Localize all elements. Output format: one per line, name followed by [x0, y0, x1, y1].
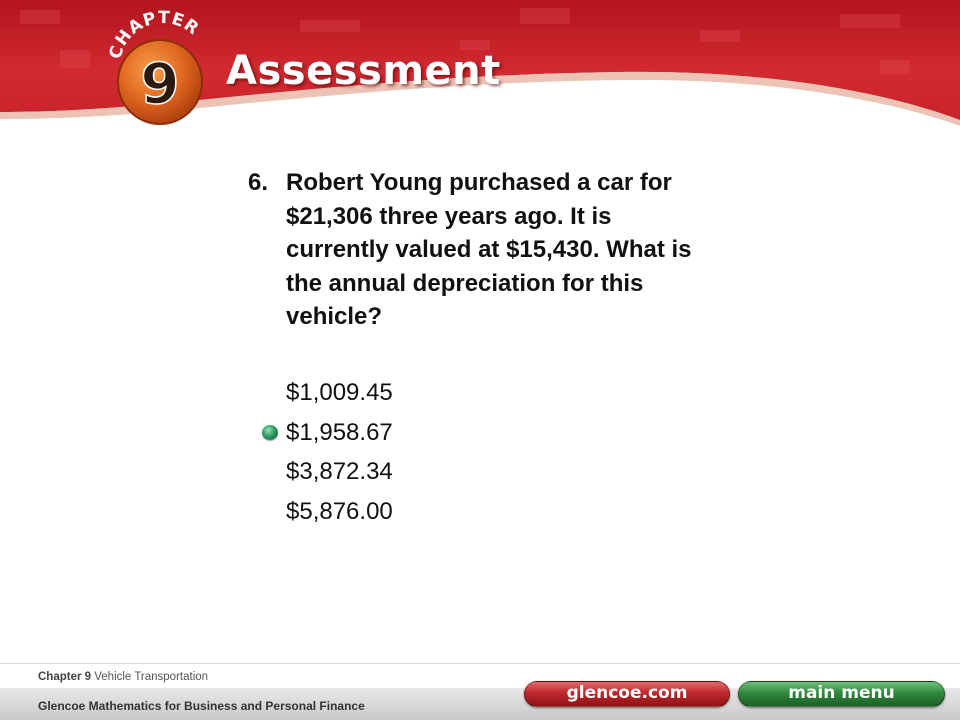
- answer-option-d[interactable]: $5,876.00: [286, 492, 393, 532]
- answer-option-b[interactable]: $1,958.67: [262, 413, 393, 453]
- glencoe-link-button[interactable]: glencoe.com: [524, 681, 730, 707]
- chapter-badge: CHAPTER 9: [106, 8, 218, 138]
- footer-chapter-ref: Chapter 9 Vehicle Transportation: [38, 671, 208, 683]
- footer-chapter-number: Chapter 9: [38, 671, 92, 683]
- answer-label: $1,009.45: [286, 379, 393, 406]
- answer-label: $5,876.00: [286, 497, 393, 525]
- question-number: 6.: [248, 169, 269, 196]
- answer-option-a[interactable]: $1,009.45: [286, 373, 393, 413]
- chapter-number: 9: [141, 52, 180, 117]
- answer-list: $1,009.45 $1,958.67 $3,872.34 $5,876.00: [262, 373, 393, 532]
- answer-label: $3,872.34: [286, 458, 393, 485]
- footer-divider: [0, 663, 960, 664]
- answer-option-c[interactable]: $3,872.34: [286, 452, 393, 492]
- answer-label: $1,958.67: [286, 418, 393, 446]
- footer-chapter-topic: Vehicle Transportation: [94, 671, 209, 683]
- question-text: Robert Young purchased a car for $21,306…: [286, 169, 692, 330]
- main-menu-button[interactable]: main menu: [738, 681, 945, 707]
- correct-answer-marker-icon: [262, 424, 278, 440]
- footer-book-title: Glencoe Mathematics for Business and Per…: [38, 699, 365, 713]
- page-title: Assessment: [226, 48, 501, 94]
